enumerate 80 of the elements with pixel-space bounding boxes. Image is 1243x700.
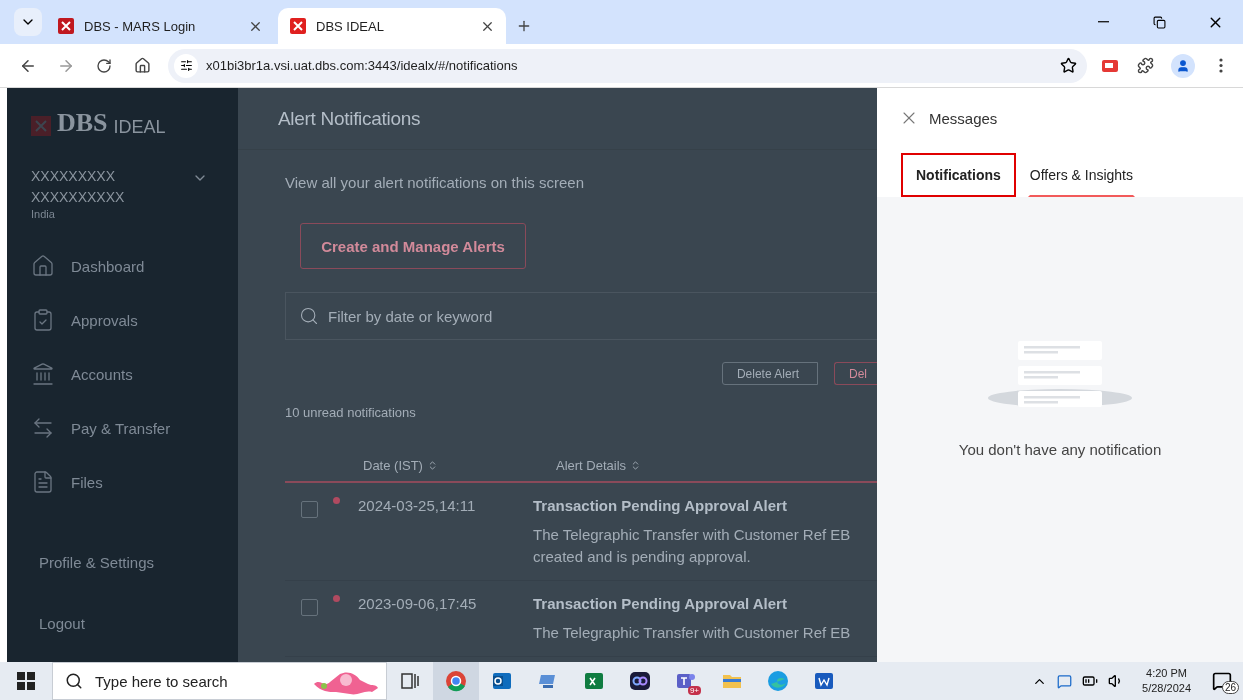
document-app-icon xyxy=(813,670,835,692)
date-cell-text: 2024-03-25,14:11 xyxy=(357,497,477,516)
nav-item[interactable]: Files xyxy=(31,470,238,494)
alert-title: Transaction Pending Approval Alert xyxy=(533,595,788,612)
home-icon xyxy=(31,254,55,278)
tab-list-button[interactable] xyxy=(14,8,42,36)
page-title: Alert Notifications xyxy=(278,107,421,130)
nav-label: Files xyxy=(71,473,103,491)
nav-label: Approvals xyxy=(71,311,138,329)
alert-title: Transaction Pending Approval Alert xyxy=(533,497,788,514)
task-view-icon xyxy=(399,670,421,692)
avatar-icon xyxy=(1176,58,1190,73)
site-info-icon[interactable] xyxy=(174,53,198,78)
loop-app-icon xyxy=(629,670,651,692)
page-subtitle: View all your alert notifications on this screen xyxy=(285,174,586,191)
globe-app-icon xyxy=(767,670,789,692)
nav-item[interactable]: Pay & Transfer xyxy=(31,416,238,440)
mail-app-icon xyxy=(491,670,513,692)
battery-icon[interactable] xyxy=(1082,673,1099,689)
nav-item[interactable]: Accounts xyxy=(31,362,238,386)
restore-icon xyxy=(1152,15,1166,29)
profile-button[interactable] xyxy=(1171,53,1195,78)
column-header[interactable]: Alert Details xyxy=(556,458,642,473)
taskbar-search-bar[interactable]: Type here to search xyxy=(52,662,387,700)
home-icon xyxy=(133,57,151,74)
nav-label: Pay & Transfer xyxy=(71,419,171,437)
row-checkbox[interactable] xyxy=(301,501,318,518)
nav-item[interactable]: Dashboard xyxy=(31,254,238,278)
panel-tab[interactable]: Notifications xyxy=(901,153,1016,197)
account-name: XXXXXXXXX xyxy=(31,167,117,186)
url-text: x01bi3br1a.vsi.uat.dbs.com:3443/idealx/#/notifications xyxy=(206,58,519,73)
browser-tab[interactable]: DBS IDEAL xyxy=(278,8,506,44)
logo-text: DBS xyxy=(57,110,108,136)
row-checkbox[interactable] xyxy=(301,599,318,616)
panel-tab[interactable]: Offers & Insights xyxy=(1027,153,1135,197)
nav-item[interactable]: Approvals xyxy=(31,308,238,332)
account-name: XXXXXXXXXX xyxy=(31,188,126,207)
alert-description: The Telegraphic Transfer with Customer Ref EB xyxy=(533,623,852,643)
search-icon xyxy=(299,306,319,326)
empty-message: You don't have any notification xyxy=(958,441,1162,458)
reload-icon xyxy=(96,57,112,74)
accounts-icon xyxy=(31,362,55,386)
nav-label: Dashboard xyxy=(71,257,145,275)
puzzle-icon xyxy=(1136,57,1154,74)
tab-title: DBS IDEAL xyxy=(316,18,385,34)
bookmark-star-icon[interactable] xyxy=(1060,57,1077,74)
column-header[interactable]: Date (IST) xyxy=(285,458,556,473)
minimize-icon xyxy=(1097,21,1109,23)
app-badge: 9+ xyxy=(687,686,701,695)
menu-icon xyxy=(1219,58,1223,73)
tab-title: DBS - MARS Login xyxy=(84,18,197,34)
filter-field[interactable]: Filter by date or keyword xyxy=(285,292,877,340)
search-input[interactable]: Type here to search xyxy=(93,671,300,691)
search-icon xyxy=(65,672,83,690)
spreadsheet-app-icon xyxy=(583,670,605,692)
date-cell-text: 2023-09-06,17:45 xyxy=(357,595,478,614)
unread-count: 10 unread notifications xyxy=(285,405,417,420)
files-icon xyxy=(31,470,55,494)
account-country: India xyxy=(31,208,56,220)
favicon-icon xyxy=(290,18,306,34)
extension-icon[interactable] xyxy=(1101,58,1119,73)
sidebar-link[interactable]: Logout xyxy=(39,615,238,632)
taskbar-app[interactable]: 9+ xyxy=(663,662,709,700)
notification-count: 26 xyxy=(1221,681,1239,694)
logo-product-text: IDEAL xyxy=(113,118,166,136)
action-button[interactable]: Delete Alert xyxy=(721,362,818,385)
plus-icon xyxy=(516,18,532,34)
approvals-icon xyxy=(31,308,55,332)
address-bar[interactable]: x01bi3br1a.vsi.uat.dbs.com:3443/idealx/#/notifications xyxy=(168,48,1087,83)
panel-title: Messages xyxy=(929,109,998,127)
browser-tab[interactable]: DBS - MARS Login xyxy=(46,8,274,44)
logo-icon xyxy=(31,116,51,136)
nav-label: Accounts xyxy=(71,365,133,383)
windows-icon xyxy=(17,672,35,690)
favicon-icon xyxy=(58,18,74,34)
sidebar-link[interactable]: Profile & Settings xyxy=(39,554,238,571)
taskbar-clock[interactable]: 4:20 PM 5/28/2024 xyxy=(1142,666,1191,696)
create-alerts-button[interactable]: Create and Manage Alerts xyxy=(300,223,526,269)
alert-description: The Telegraphic Transfer with Customer Ref EB created and is pending approval. xyxy=(533,525,852,567)
browser-icon xyxy=(445,670,467,692)
